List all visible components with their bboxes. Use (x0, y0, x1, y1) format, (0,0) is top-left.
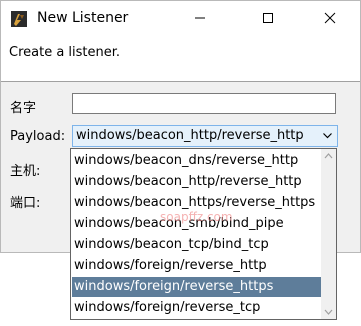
app-icon (11, 11, 27, 27)
payload-option[interactable]: windows/beacon_tcp/bind_tcp (72, 235, 321, 255)
payload-selected-value: windows/beacon_http/reverse_http (76, 128, 304, 143)
close-button[interactable] (307, 1, 353, 35)
payload-dropdown-list: windows/beacon_dns/reverse_http windows/… (70, 148, 337, 320)
title-bar[interactable]: New Listener (1, 1, 360, 35)
description-panel: Create a listener. (1, 35, 360, 82)
dropdown-scrollbar[interactable] (321, 149, 336, 319)
payload-option[interactable]: windows/foreign/reverse_tcp (72, 298, 321, 318)
payload-option-highlighted[interactable]: windows/foreign/reverse_https (72, 277, 321, 297)
maximize-button[interactable] (245, 1, 291, 35)
minimize-button[interactable] (177, 1, 223, 35)
payload-option[interactable]: windows/foreign/reverse_http (72, 256, 321, 276)
name-label: 名字 (10, 101, 37, 116)
payload-label: Payload: (10, 129, 66, 144)
dialog-description: Create a listener. (9, 45, 121, 60)
window-title: New Listener (37, 10, 129, 26)
payload-option[interactable]: windows/beacon_smb/bind_pipe (72, 214, 321, 234)
payload-select[interactable]: windows/beacon_http/reverse_http (72, 125, 338, 147)
port-label: 端口: (10, 196, 41, 211)
name-input[interactable] (72, 93, 336, 114)
maximize-icon (263, 13, 273, 23)
payload-option[interactable]: windows/beacon_http/reverse_http (72, 172, 321, 192)
payload-option[interactable]: windows/beacon_dns/reverse_http (72, 151, 321, 171)
close-icon (324, 12, 336, 24)
payload-option[interactable]: windows/beacon_https/reverse_https (72, 193, 321, 213)
host-label: 主机: (10, 164, 41, 179)
chevron-down-icon[interactable] (319, 128, 335, 144)
minimize-icon (195, 17, 205, 19)
